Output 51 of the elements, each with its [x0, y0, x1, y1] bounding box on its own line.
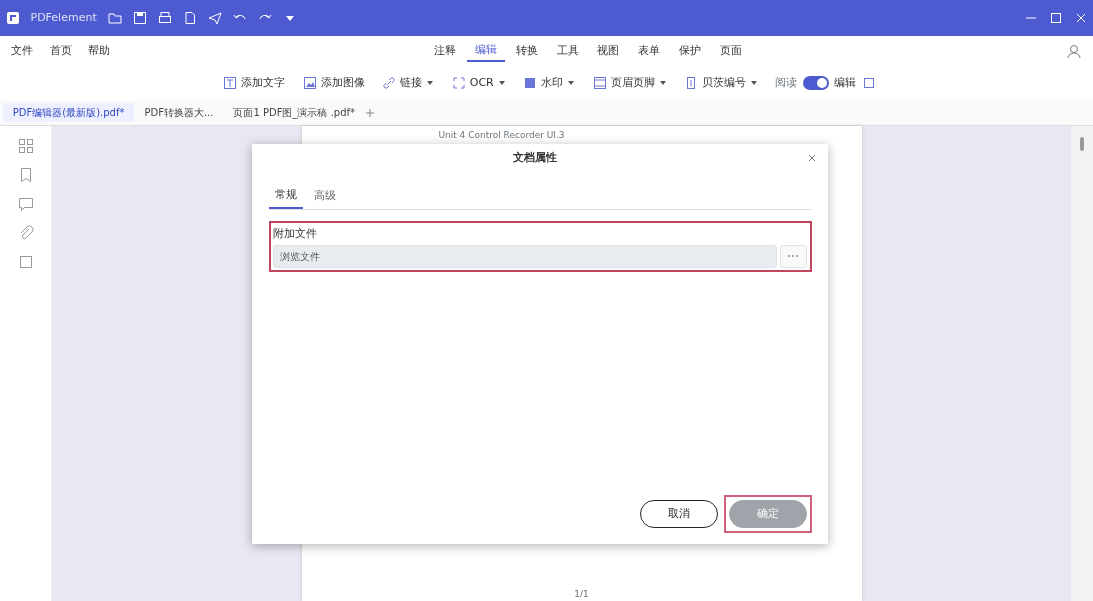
ribbon-tab[interactable]: 转换: [507, 39, 546, 63]
app-logo-icon: [5, 11, 20, 25]
image-icon: [302, 76, 317, 90]
document-tab[interactable]: PDF转换器大...: [134, 103, 224, 122]
mode-label: 编辑: [834, 74, 857, 91]
toolbar-button[interactable]: 添加图像: [296, 72, 371, 94]
print-icon[interactable]: [157, 11, 172, 25]
document-header: Unit 4 Control Recorder UI.3: [438, 128, 565, 142]
dialog-title: 文档属性: [512, 149, 558, 166]
user-icon[interactable]: [1066, 43, 1082, 59]
folder-icon[interactable]: [107, 11, 122, 25]
crop-icon[interactable]: [861, 76, 876, 90]
thumbnails-icon[interactable]: [16, 137, 35, 155]
text-tool-icon: [223, 76, 238, 90]
document-icon[interactable]: [182, 11, 197, 25]
header-footer-icon: [592, 76, 607, 90]
menu-item[interactable]: 文件: [11, 42, 33, 60]
ribbon-tab[interactable]: 表单: [630, 39, 669, 63]
link-icon: [382, 76, 397, 90]
comment-icon[interactable]: [16, 195, 35, 213]
menu-item[interactable]: 帮助: [88, 42, 110, 60]
add-tab-icon[interactable]: [365, 107, 376, 118]
dialog-tab[interactable]: 常规: [268, 182, 303, 209]
save-icon[interactable]: [132, 11, 147, 25]
toolbar-button[interactable]: 页眉页脚: [586, 72, 673, 94]
ribbon-tab[interactable]: 工具: [548, 39, 587, 63]
square-icon: [523, 76, 538, 90]
document-tab[interactable]: 页面1 PDF图_演示稿 .pdf*: [223, 103, 366, 122]
maximize-icon[interactable]: [1048, 11, 1063, 25]
toolbar-button[interactable]: 贝茨编号: [678, 72, 765, 94]
toolbar-button[interactable]: 添加文字: [217, 72, 292, 94]
ribbon-tab[interactable]: 保护: [670, 39, 709, 63]
ribbon-tab[interactable]: 页面: [711, 39, 750, 63]
field-label: 附加文件: [273, 225, 319, 242]
ribbon-tab[interactable]: 编辑: [467, 39, 506, 63]
page-number: 1/1: [574, 587, 589, 601]
send-icon[interactable]: [207, 11, 222, 25]
mode-switch[interactable]: [802, 76, 829, 90]
window-title: PDFelement: [30, 9, 97, 26]
ribbon-tab[interactable]: 注释: [426, 39, 465, 63]
ribbon-tab[interactable]: 视图: [589, 39, 628, 63]
toolbar-button[interactable]: OCR: [445, 72, 512, 94]
scrollbar-thumb-icon[interactable]: [1079, 137, 1085, 151]
mode-label: 阅读: [775, 74, 798, 91]
toolbar-button[interactable]: 水印: [517, 72, 582, 94]
toolbar-button[interactable]: 链接: [376, 72, 441, 94]
scan-icon: [451, 76, 466, 90]
menu-item[interactable]: 首页: [49, 42, 72, 60]
document-tab[interactable]: PDF编辑器(最新版).pdf*: [2, 103, 135, 122]
dialog-tab[interactable]: 高级: [308, 182, 342, 209]
close-icon[interactable]: [807, 152, 817, 163]
